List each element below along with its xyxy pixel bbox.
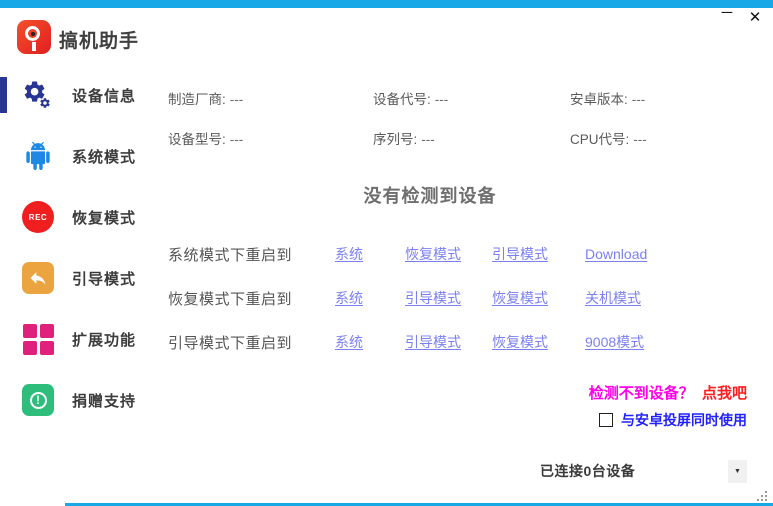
connected-devices-select[interactable]: 已连接0台设备 ▼ [540,459,747,483]
reboot-row-label: 系统模式下重启到 [168,244,335,265]
app-title: 搞机助手 [59,26,139,53]
minimize-button[interactable]: ─ [717,4,737,21]
sidebar-item-system-mode[interactable]: 系统模式 [0,136,160,176]
chevron-down-icon: ▼ [734,468,741,475]
field-serial: 序列号:--- [373,128,570,148]
connected-devices-value: 已连接0台设备 [540,461,635,481]
reboot-link-bootloader[interactable]: 引导模式 [405,332,492,352]
dropdown-button[interactable]: ▼ [728,460,747,483]
help-action-text: 点我吧 [702,385,747,402]
reboot-link-system[interactable]: 系统 [335,244,405,264]
close-button[interactable]: ✕ [745,8,765,26]
cast-checkbox-label: 与安卓投屏同时使用 [621,410,747,430]
device-not-detected-help-link[interactable]: 检测不到设备？ 点我吧 [589,382,747,403]
field-cpu: CPU代号:--- [570,128,758,148]
sidebar-item-recovery-mode[interactable]: REC 恢复模式 [0,197,160,237]
reboot-link-recovery[interactable]: 恢复模式 [492,332,585,352]
sidebar-item-extensions[interactable]: 扩展功能 [0,319,160,359]
reboot-row-system: 系统模式下重启到 系统 恢复模式 引导模式 Download [168,232,758,276]
reboot-row-bootloader: 引导模式下重启到 系统 引导模式 恢复模式 9008模式 [168,320,758,364]
back-arrow-icon [22,262,54,294]
help-question-text: 检测不到设备？ [589,385,694,402]
field-model: 设备型号:--- [168,128,373,148]
field-android-version: 安卓版本:--- [570,88,758,108]
device-info-grid: 制造厂商:--- 设备代号:--- 安卓版本:--- 设备型号:--- 序列号:… [168,88,758,148]
reboot-row-recovery: 恢复模式下重启到 系统 引导模式 恢复模式 关机模式 [168,276,758,320]
reboot-row-label: 恢复模式下重启到 [168,288,335,309]
reboot-link-download[interactable]: Download [585,246,758,262]
sidebar-item-label: 捐赠支持 [72,390,136,411]
logo-stem [32,42,36,51]
sidebar: 设备信息 系统模式 REC 恢复模式 引导模式 [0,75,160,420]
reboot-link-recovery[interactable]: 恢复模式 [492,288,585,308]
field-codename: 设备代号:--- [373,88,570,108]
sidebar-item-boot-mode[interactable]: 引导模式 [0,258,160,298]
reboot-link-system[interactable]: 系统 [335,332,405,352]
window-top-accent-strip [0,0,773,8]
sidebar-item-label: 设备信息 [72,85,136,106]
sidebar-item-device-info[interactable]: 设备信息 [0,75,160,115]
sidebar-item-label: 系统模式 [72,146,136,167]
grid-icon [22,323,54,355]
reboot-link-poweroff[interactable]: 关机模式 [585,288,758,308]
reboot-link-recovery[interactable]: 恢复模式 [405,244,492,264]
app-logo-icon [17,20,51,54]
sidebar-item-donate[interactable]: ! 捐赠支持 [0,380,160,420]
resize-grip[interactable] [765,499,767,501]
reboot-link-9008[interactable]: 9008模式 [585,332,758,352]
reboot-options: 系统模式下重启到 系统 恢复模式 引导模式 Download 恢复模式下重启到 … [168,232,758,364]
gears-icon [22,79,54,111]
sidebar-item-label: 恢复模式 [72,207,136,228]
reboot-link-bootloader[interactable]: 引导模式 [492,244,585,264]
reboot-link-system[interactable]: 系统 [335,288,405,308]
sidebar-item-label: 引导模式 [72,268,136,289]
donate-icon: ! [22,384,54,416]
sidebar-item-label: 扩展功能 [72,329,136,350]
field-manufacturer: 制造厂商:--- [168,88,373,108]
logo-pupil [31,32,35,36]
cast-together-option[interactable]: 与安卓投屏同时使用 [599,410,747,430]
android-icon [22,140,54,172]
reboot-link-bootloader[interactable]: 引导模式 [405,288,492,308]
cast-checkbox[interactable] [599,413,613,427]
no-device-heading: 没有检测到设备 [160,182,700,208]
reboot-row-label: 引导模式下重启到 [168,332,335,353]
exclamation-mark: ! [30,392,47,409]
rec-icon: REC [22,201,54,233]
app-window: 搞机助手 ─ ✕ 设备信息 系统模式 [0,0,773,506]
